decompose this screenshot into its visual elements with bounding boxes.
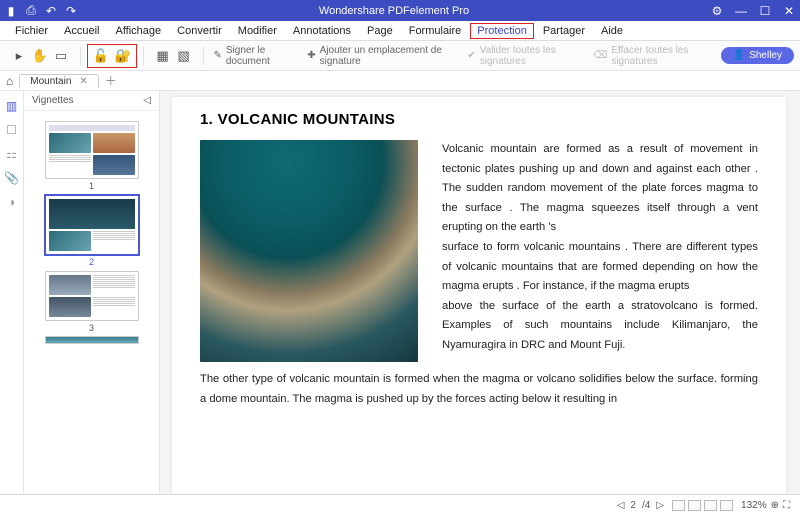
- thumbnail-page-3[interactable]: [45, 271, 139, 321]
- page-content: 1. VOLCANIC MOUNTAINS Volcanic mountain …: [172, 97, 786, 493]
- pen-icon: ✎: [213, 50, 221, 61]
- unlock-icon[interactable]: 🔓: [92, 47, 110, 65]
- menu-partager[interactable]: Partager: [536, 23, 592, 39]
- thumbnail-label-1: 1: [24, 181, 159, 191]
- menu-affichage[interactable]: Affichage: [108, 23, 168, 39]
- zoom-in-icon[interactable]: ⊕: [771, 500, 779, 511]
- app-logo-icon: ▮: [4, 4, 18, 18]
- maximize-icon[interactable]: ☐: [758, 4, 772, 18]
- lock-certificate-icon[interactable]: 🔐: [114, 47, 132, 65]
- document-tab-label: Mountain: [30, 76, 71, 87]
- document-tabstrip: ⌂ Mountain ✕ ＋: [0, 71, 800, 91]
- new-tab-icon[interactable]: ＋: [105, 72, 117, 89]
- menu-aide[interactable]: Aide: [594, 23, 630, 39]
- document-tab[interactable]: Mountain ✕: [19, 74, 99, 88]
- sidebar-rail: ▥ ☐ ⚏ 📎 ◑: [0, 91, 24, 493]
- menu-page[interactable]: Page: [360, 23, 400, 39]
- user-name: Shelley: [749, 50, 782, 61]
- sign-document-label: Signer le document: [226, 45, 295, 67]
- close-icon[interactable]: ✕: [782, 4, 796, 18]
- thumbnails-header: Vignettes: [32, 95, 74, 106]
- hand-icon[interactable]: ✋: [31, 47, 49, 65]
- clear-signatures-button[interactable]: ⌫ Effacer toutes les signatures: [589, 43, 717, 69]
- redact-search-icon[interactable]: ▧: [175, 47, 193, 65]
- add-signature-field-button[interactable]: ✚ Ajouter un emplacement de signature: [303, 43, 459, 69]
- user-account-button[interactable]: 👤 Shelley: [721, 47, 794, 64]
- close-tab-icon[interactable]: ✕: [79, 76, 87, 87]
- fullscreen-icon[interactable]: ⛶: [783, 500, 790, 511]
- content-image: [200, 140, 418, 362]
- menu-modifier[interactable]: Modifier: [231, 23, 284, 39]
- main-area: ▥ ☐ ⚏ 📎 ◑ Vignettes ◁ 1 2: [0, 91, 800, 493]
- page-heading: 1. VOLCANIC MOUNTAINS: [200, 111, 758, 128]
- clear-signatures-label: Effacer toutes les signatures: [611, 45, 712, 67]
- attachments-panel-icon[interactable]: ⚏: [6, 147, 17, 161]
- undo-icon[interactable]: ↶: [44, 4, 58, 18]
- menu-convertir[interactable]: Convertir: [170, 23, 229, 39]
- view-continuous-icon[interactable]: [688, 500, 701, 511]
- page-next-icon[interactable]: ▷: [656, 500, 664, 511]
- thumbnail-page-4-peek[interactable]: [45, 336, 139, 344]
- view-single-icon[interactable]: [672, 500, 685, 511]
- thumbnail-page-1[interactable]: [45, 121, 139, 179]
- signature-add-icon: ✚: [307, 50, 315, 61]
- view-facing-cont-icon[interactable]: [720, 500, 733, 511]
- page-view[interactable]: 1. VOLCANIC MOUNTAINS Volcanic mountain …: [160, 91, 800, 493]
- select-icon[interactable]: ▭: [52, 47, 70, 65]
- titlebar: ▮ ⎙ ↶ ↷ Wondershare PDFelement Pro ⚙ — ☐…: [0, 0, 800, 21]
- bookmarks-panel-icon[interactable]: ☐: [6, 123, 17, 137]
- avatar-icon: 👤: [733, 50, 745, 61]
- menu-fichier[interactable]: Fichier: [8, 23, 55, 39]
- toolbar-protection: ▸ ✋ ▭ 🔓 🔐 ▦ ▧ ✎ Signer le document ✚ Ajo…: [0, 41, 800, 71]
- thumbnails-panel: Vignettes ◁ 1 2 3: [24, 91, 160, 493]
- menu-accueil[interactable]: Accueil: [57, 23, 106, 39]
- thumbnail-label-3: 3: [24, 323, 159, 333]
- menu-protection[interactable]: Protection: [470, 23, 534, 39]
- validate-signatures-button[interactable]: ✔ Valider toutes les signatures: [463, 43, 585, 69]
- column-text: Volcanic mountain are formed as a result…: [442, 140, 758, 362]
- zoom-value[interactable]: 132%: [741, 500, 767, 511]
- panel-close-icon[interactable]: ◁: [143, 95, 151, 106]
- sign-document-button[interactable]: ✎ Signer le document: [209, 43, 299, 69]
- full-width-text: The other type of volcanic mountain is f…: [200, 370, 758, 409]
- clip-panel-icon[interactable]: 📎: [4, 171, 19, 185]
- page-prev-icon[interactable]: ◁: [617, 500, 625, 511]
- comments-panel-icon[interactable]: ◑: [8, 195, 15, 209]
- minimize-icon[interactable]: —: [734, 4, 748, 18]
- settings-icon[interactable]: ⚙: [710, 4, 724, 18]
- page-current[interactable]: 2: [630, 500, 636, 511]
- view-facing-icon[interactable]: [704, 500, 717, 511]
- thumbnail-label-2: 2: [24, 257, 159, 267]
- view-mode-group: [672, 500, 733, 511]
- validate-icon: ✔: [467, 50, 475, 61]
- window-title: Wondershare PDFelement Pro: [78, 5, 710, 17]
- eraser-icon: ⌫: [593, 50, 607, 61]
- print-icon[interactable]: ⎙: [24, 3, 38, 18]
- redact-icon[interactable]: ▦: [154, 47, 172, 65]
- menu-annotations[interactable]: Annotations: [286, 23, 358, 39]
- menu-formulaire[interactable]: Formulaire: [402, 23, 469, 39]
- validate-signatures-label: Valider toutes les signatures: [480, 45, 581, 67]
- home-icon[interactable]: ⌂: [6, 74, 13, 88]
- redo-icon[interactable]: ↷: [64, 4, 78, 18]
- statusbar: ◁ 2 /4 ▷ 132% ⊕ ⛶: [0, 494, 800, 516]
- thumbnails-panel-icon[interactable]: ▥: [6, 99, 17, 113]
- encrypt-group-highlight: 🔓 🔐: [87, 44, 137, 68]
- thumbnail-page-2[interactable]: [45, 195, 139, 255]
- add-signature-label: Ajouter un emplacement de signature: [320, 45, 456, 67]
- menubar: Fichier Accueil Affichage Convertir Modi…: [0, 21, 800, 41]
- pointer-icon[interactable]: ▸: [10, 47, 28, 65]
- page-total: /4: [642, 500, 650, 511]
